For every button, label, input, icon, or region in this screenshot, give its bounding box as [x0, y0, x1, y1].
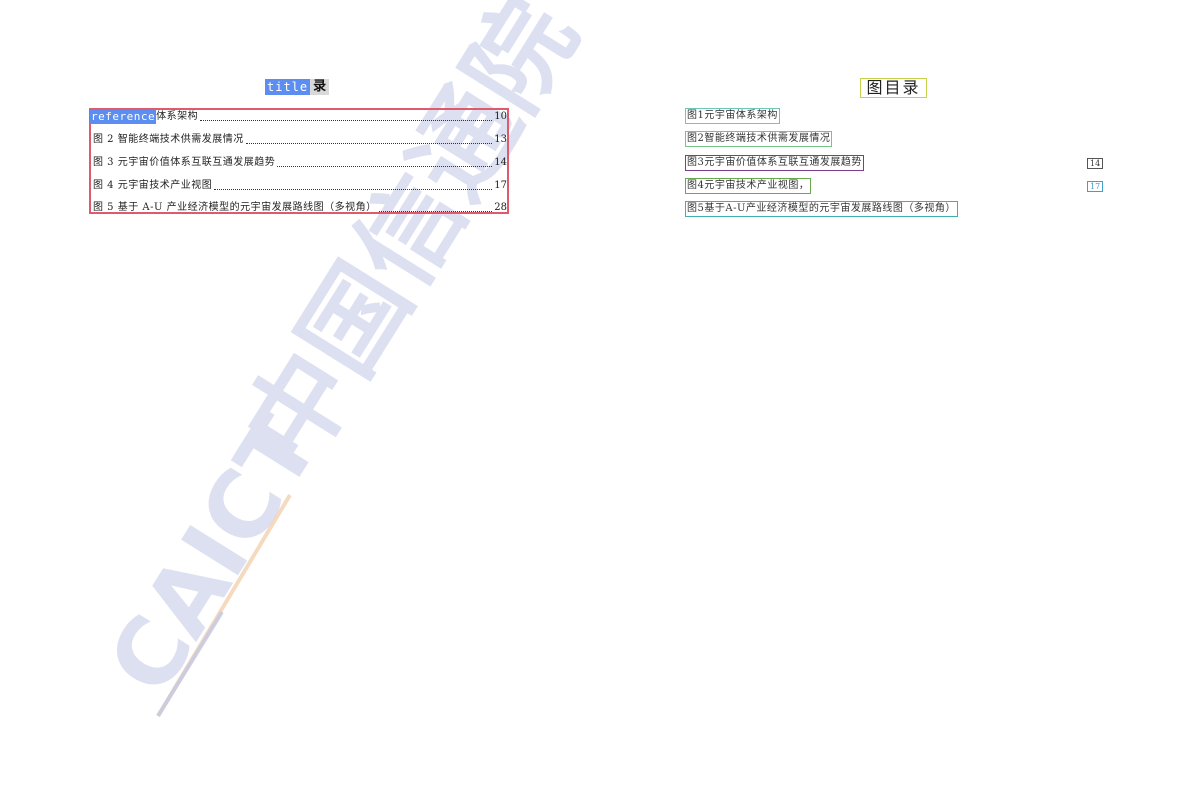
right-page-title: 图目录 [860, 78, 927, 98]
title-tag: title [265, 79, 311, 95]
toc-row-3[interactable]: 图 3 元宇宙价值体系互联互通发展趋势 14 [93, 156, 507, 170]
toc-row-1[interactable]: reference 体系架构 10 [90, 110, 507, 124]
toc-leader-1 [200, 120, 493, 121]
figure-item-5[interactable]: 图5基于A-U产业经济模型的元宇宙发展路线图（多视角） [685, 201, 958, 217]
toc-row-4[interactable]: 图 4 元宇宙技术产业视图 17 [93, 179, 507, 193]
toc-row-5[interactable]: 图 5 基于 A-U 产业经济模型的元宇宙发展路线图（多视角） 28 [93, 201, 507, 215]
title-text: 录 [310, 79, 330, 95]
figure-item-1[interactable]: 图1元宇宙体系架构 [685, 108, 780, 124]
figure-page-17: 17 [1087, 181, 1104, 192]
toc-text-1: 体系架构 [156, 111, 199, 122]
toc-leader-5 [378, 211, 493, 212]
toc-text-5: 图 5 基于 A-U 产业经济模型的元宇宙发展路线图（多视角） [93, 202, 377, 213]
toc-leader-4 [214, 189, 493, 190]
toc-text-2: 图 2 智能终端技术供需发展情况 [93, 134, 244, 145]
figure-page-14: 14 [1087, 158, 1104, 169]
toc-page-2: 13 [494, 134, 507, 145]
watermark-accent-line-2 [156, 610, 224, 718]
figure-item-2[interactable]: 图2智能终端技术供需发展情况 [685, 131, 833, 147]
toc-leader-2 [245, 143, 493, 144]
left-page-title: title 录 [265, 79, 330, 95]
toc-text-3: 图 3 元宇宙价值体系互联互通发展趋势 [93, 157, 276, 168]
toc-text-4: 图 4 元宇宙技术产业视图 [93, 180, 213, 191]
toc-page-4: 17 [494, 180, 507, 191]
reference-tag: reference [90, 110, 157, 124]
toc-row-2[interactable]: 图 2 智能终端技术供需发展情况 13 [93, 133, 507, 147]
watermark-accent-line-1 [156, 493, 292, 718]
figure-item-4[interactable]: 图4元宇宙技术产业视图， [685, 178, 812, 194]
watermark-cjk: 中国信通院 [221, 0, 600, 484]
figure-toc-box: reference 体系架构 10 图 2 智能终端技术供需发展情况 13 图 … [89, 108, 509, 214]
figure-item-3[interactable]: 图3元宇宙价值体系互联互通发展趋势 [685, 155, 864, 171]
document-canvas: CAICT 中国信通院 title 录 reference 体系架构 10 图 … [0, 0, 1192, 808]
toc-page-5: 28 [494, 202, 507, 213]
toc-leader-3 [277, 166, 493, 167]
toc-page-1: 10 [494, 111, 507, 122]
toc-page-3: 14 [494, 157, 507, 168]
watermark-latin: CAICT [88, 398, 340, 712]
